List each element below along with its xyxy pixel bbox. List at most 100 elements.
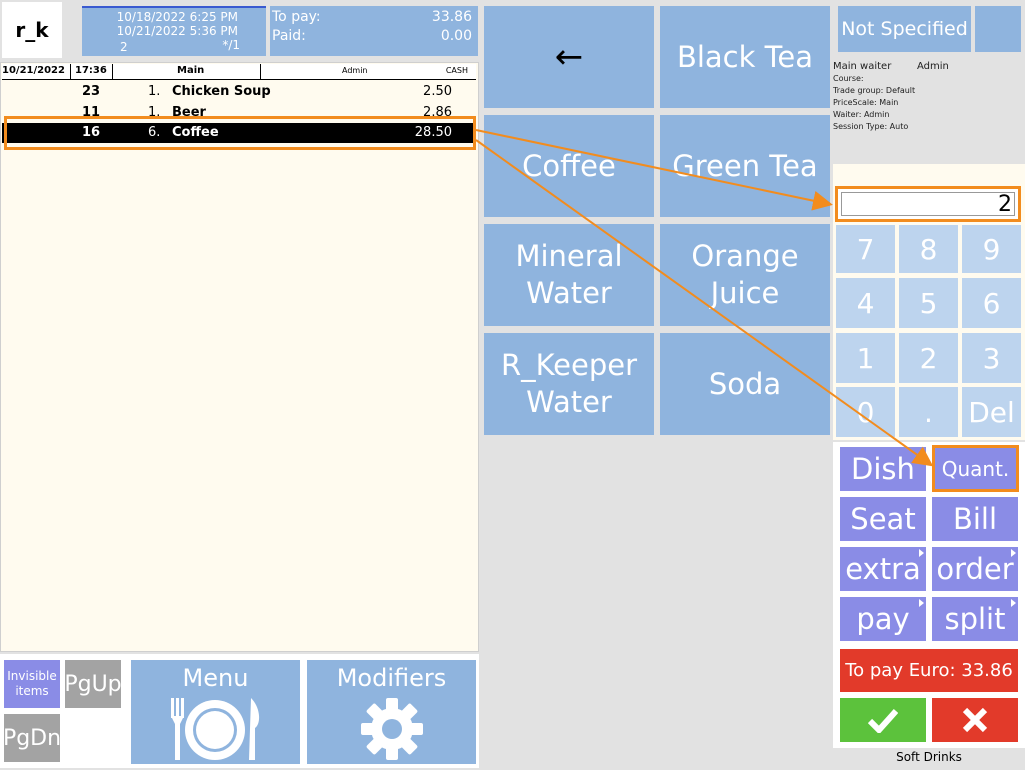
menu-item-label: Orange Juice — [691, 239, 799, 310]
key-label: 9 — [982, 232, 1001, 266]
menu-item-label: R_Keeper Water — [500, 348, 638, 419]
item-code: 23 — [82, 84, 101, 99]
table-row[interactable]: 23 1. Chicken Soup 2.50 — [2, 82, 476, 102]
invisible-items-label: Invisible items — [7, 669, 57, 698]
order-waiter: Admin — [342, 66, 368, 75]
category-name: Soft Drinks — [896, 750, 962, 764]
dish-label: Dish — [851, 452, 915, 486]
key-del[interactable]: Del — [962, 387, 1021, 437]
plate-icon — [171, 698, 260, 760]
order-time: 17:36 — [75, 65, 107, 76]
main-waiter-label: Main waiter — [833, 61, 892, 72]
seat-label: Seat — [850, 502, 916, 536]
key-2[interactable]: 2 — [899, 333, 958, 383]
key-1[interactable]: 1 — [836, 333, 895, 383]
dish-button[interactable]: Dish — [840, 447, 926, 491]
session-info: Main waiter Admin Course: Trade group: De… — [833, 60, 1023, 140]
key-label: 4 — [856, 286, 875, 320]
order-info-box: 10/18/2022 6:25 PM 10/21/2022 5:36 PM 2 … — [82, 6, 266, 56]
key-label: 2 — [919, 341, 938, 375]
key-label: 7 — [856, 232, 875, 266]
key-label: 1 — [856, 341, 875, 375]
to-pay-button[interactable]: To pay Euro: 33.86 — [840, 649, 1018, 692]
key-0[interactable]: 0 — [836, 387, 895, 437]
key-4[interactable]: 4 — [836, 278, 895, 328]
key-8[interactable]: 8 — [899, 225, 958, 273]
quant-label: Quant. — [941, 456, 1010, 481]
order-header-row: 10/21/2022 17:36 Main Admin CASH — [2, 64, 476, 80]
modifiers-button[interactable]: Modifiers — [307, 660, 476, 764]
quantity-display[interactable]: 2 — [835, 186, 1021, 222]
key-7[interactable]: 7 — [836, 225, 895, 273]
back-button[interactable]: ← — [484, 6, 654, 108]
to-pay-label: To pay Euro: 33.86 — [845, 660, 1013, 681]
submenu-arrow-icon — [1011, 549, 1016, 557]
menu-item-orange-juice[interactable]: Orange Juice — [660, 224, 830, 326]
extra-button[interactable]: extra — [840, 547, 926, 591]
order-hall: Main — [177, 65, 205, 76]
pay-button[interactable]: pay — [840, 597, 926, 641]
pgdn-button[interactable]: PgDn — [2, 714, 62, 762]
menu-item-black-tea[interactable]: Black Tea — [660, 6, 830, 108]
paid-label: Paid: — [272, 28, 306, 44]
guest-type-label: Not Specified — [841, 18, 968, 40]
key-3[interactable]: 3 — [962, 333, 1021, 383]
paid-value: 0.00 — [440, 28, 472, 44]
key-label: 0 — [856, 395, 875, 429]
logo-text: r_k — [15, 18, 49, 42]
key-label: 5 — [919, 286, 938, 320]
menu-item-r-keeper-water[interactable]: R_Keeper Water — [484, 333, 654, 435]
pay-label: pay — [856, 602, 910, 636]
key-9[interactable]: 9 — [962, 225, 1021, 273]
pgup-button[interactable]: PgUp — [64, 660, 122, 708]
extra-label: extra — [845, 552, 921, 586]
guest-count: 2 — [120, 40, 128, 54]
bill-label: Bill — [952, 502, 998, 536]
open-time: 10/18/2022 6:25 PM — [116, 10, 238, 24]
table-marker: */1 — [222, 38, 240, 52]
gear-icon — [361, 698, 423, 760]
guest-type-extra-button[interactable] — [975, 6, 1021, 52]
to-pay-label: To pay: — [272, 9, 321, 25]
order-date: 10/21/2022 — [2, 65, 65, 76]
menu-item-soda[interactable]: Soda — [660, 333, 830, 435]
key-5[interactable]: 5 — [899, 278, 958, 328]
split-button[interactable]: split — [932, 597, 1018, 641]
to-pay-value: 33.86 — [431, 9, 472, 25]
menu-item-label: Mineral Water — [515, 239, 623, 310]
submenu-arrow-icon — [919, 549, 924, 557]
pgdn-label: PgDn — [2, 725, 62, 751]
menu-item-label: Green Tea — [672, 148, 818, 183]
quantity-value: 2 — [998, 192, 1012, 217]
order-currency: CASH — [445, 66, 468, 75]
confirm-button[interactable] — [840, 698, 926, 742]
bill-button[interactable]: Bill — [932, 497, 1018, 541]
submenu-arrow-icon — [919, 599, 924, 607]
waiter-info: Waiter: Admin — [833, 110, 890, 119]
menu-item-label: Coffee — [522, 148, 616, 183]
trade-group-info: Trade group: Default — [833, 86, 916, 95]
menu-button[interactable]: Menu — [131, 660, 300, 764]
category-label: Soft Drinks — [833, 750, 1025, 768]
main-waiter-value: Admin — [917, 61, 949, 72]
current-time: 10/21/2022 5:36 PM — [116, 24, 238, 38]
menu-item-mineral-water[interactable]: Mineral Water — [484, 224, 654, 326]
table-row[interactable]: 11 1. Beer 2.86 — [2, 103, 476, 117]
menu-item-green-tea[interactable]: Green Tea — [660, 115, 830, 217]
price-scale-info: PriceScale: Main — [833, 98, 899, 107]
key-label: 8 — [919, 232, 938, 266]
guest-type-button[interactable]: Not Specified — [838, 6, 971, 52]
key-6[interactable]: 6 — [962, 278, 1021, 328]
seat-button[interactable]: Seat — [840, 497, 926, 541]
order-button[interactable]: order — [932, 547, 1018, 591]
invisible-items-button[interactable]: Invisible items — [4, 660, 60, 708]
menu-item-coffee[interactable]: Coffee — [484, 115, 654, 217]
menu-label: Menu — [182, 664, 249, 692]
quant-button[interactable]: Quant. — [932, 445, 1019, 492]
cancel-button[interactable] — [932, 698, 1018, 742]
logo-box: r_k — [2, 2, 62, 58]
submenu-arrow-icon — [1011, 599, 1016, 607]
session-type-info: Session Type: Auto — [833, 122, 909, 131]
key-label: Del — [968, 395, 1015, 429]
key-dot[interactable]: . — [899, 387, 958, 437]
